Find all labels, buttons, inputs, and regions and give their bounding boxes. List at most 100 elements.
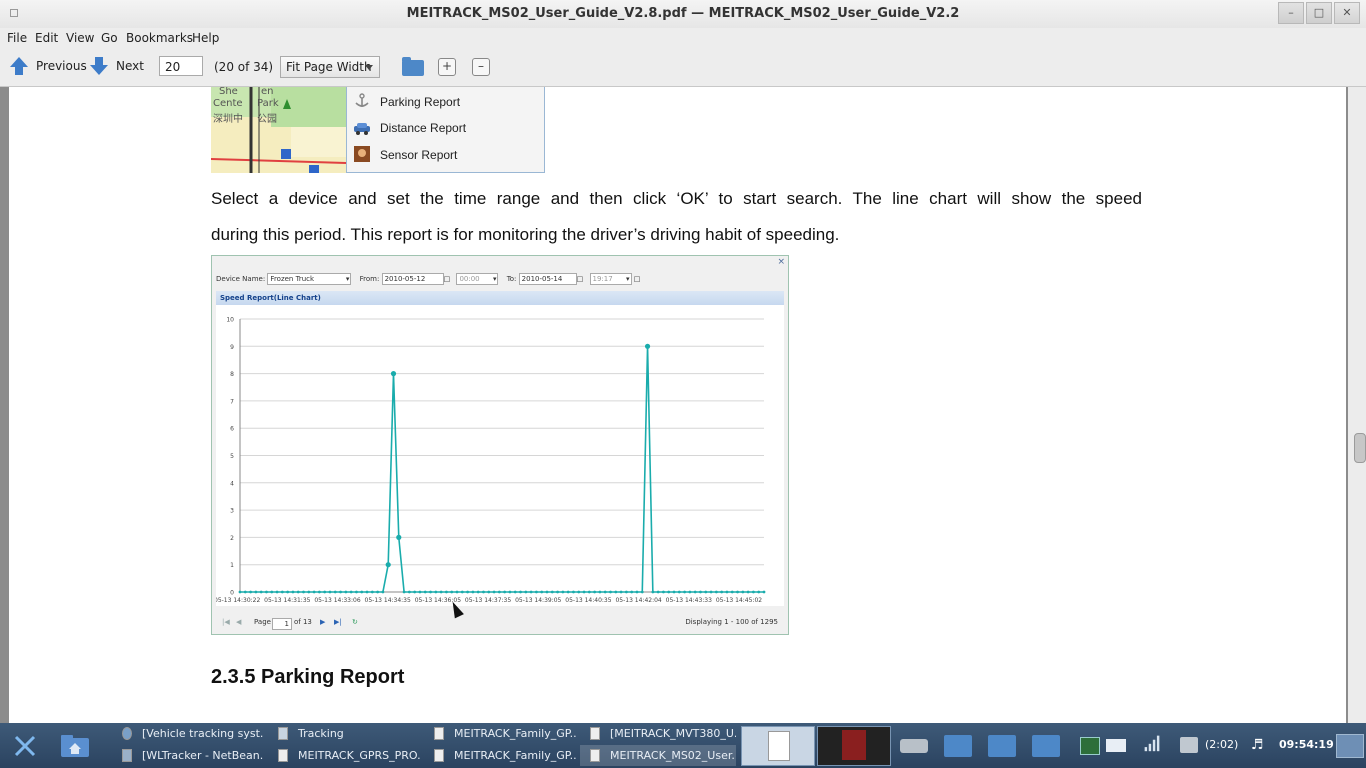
next-page-icon: ▶ [320,618,326,626]
chart-panel-header: Speed Report(Line Chart) [216,291,784,305]
first-page-icon: |◀ [222,618,230,626]
minimize-button[interactable]: – [1278,2,1304,24]
book-cover-icon [842,730,866,760]
data-point [275,590,279,594]
data-point [566,590,570,594]
data-point [270,590,274,594]
data-point [302,590,305,594]
data-point [540,590,544,594]
task-meitrack-ms02[interactable]: MEITRACK_MS02_User... [580,745,736,766]
data-point [333,590,337,594]
open-folder-icon[interactable] [402,57,424,76]
parking-report-item: Parking Report [380,95,461,109]
data-point [434,590,438,594]
data-point [561,590,565,594]
folder-icon[interactable] [944,735,972,757]
car-icon [354,123,370,135]
data-point [471,590,475,594]
speed-report-filter-row: Device Name: Frozen Truck ▾ From: 2010-05… [216,273,641,285]
document-icon [434,749,444,762]
folder-icon[interactable] [988,735,1016,757]
workspace-thumbnail-1[interactable] [741,726,815,766]
home-folder-icon[interactable] [60,734,90,758]
zoom-in-button[interactable]: + [438,58,456,76]
task-tracking[interactable]: Tracking [268,723,420,744]
data-point [572,590,575,594]
data-point [598,590,602,594]
data-point [736,590,739,594]
network-icon[interactable] [1080,737,1100,755]
data-point [630,590,634,594]
next-button[interactable]: Next [90,57,144,75]
scrollbar-thumb[interactable] [1354,433,1366,463]
close-button[interactable]: ✕ [1334,2,1360,24]
data-point [624,590,628,594]
menu-file[interactable]: File [7,31,27,45]
x-tick-label: 05-13 14:43:33 [666,597,712,604]
data-point [730,590,734,594]
peak-point [390,371,397,377]
vertical-scrollbar[interactable] [1348,87,1366,723]
menu-bookmarks[interactable]: Bookmarks [126,31,193,45]
data-point [519,590,522,594]
report-menu-image: Parking Report Distance Report Sensor Re… [346,87,545,173]
task-meitrack-family-1[interactable]: MEITRACK_Family_GP... [424,723,576,744]
map-label-cn1: 深圳中 [213,114,243,125]
data-point [482,590,485,594]
task-wltracker-netbeans[interactable]: [WLTracker - NetBean... [112,745,264,766]
zoom-out-button[interactable]: – [472,58,490,76]
x-tick-label: 05-13 14:39:05 [515,597,561,604]
data-point [423,590,427,594]
task-meitrack-mvt380[interactable]: [MEITRACK_MVT380_U... [580,723,736,744]
device-input: Frozen Truck ▾ [267,273,352,285]
peak-point [644,343,651,349]
show-desktop-icon[interactable] [1336,734,1364,758]
drive-icon[interactable] [900,739,928,753]
page-count: (20 of 34) [214,60,274,74]
data-point [349,590,353,594]
task-meitrack-family-2[interactable]: MEITRACK_Family_GP... [424,745,576,766]
device-label: Device Name: [216,275,266,283]
y-tick-label: 3 [230,508,234,515]
zoom-select[interactable]: Fit Page Width [280,56,380,78]
data-point [249,590,252,594]
folder-icon[interactable] [1032,735,1060,757]
map-label-park: Park [257,98,279,109]
menu-view[interactable]: View [66,31,94,45]
data-point [524,590,528,594]
data-point [317,590,321,594]
data-point [508,590,512,594]
y-tick-label: 7 [230,398,234,405]
page-number-input[interactable]: 20 [159,56,203,76]
data-point [614,590,618,594]
menu-go[interactable]: Go [101,31,118,45]
previous-label: Previous [36,59,87,73]
data-point [413,590,417,594]
menu-edit[interactable]: Edit [35,31,58,45]
data-point [429,590,432,594]
menu-help[interactable]: Help [192,31,219,45]
maximize-button[interactable]: □ [1306,2,1332,24]
to-label: To: [506,275,517,283]
map-label-center: Cente [213,98,243,109]
battery-icon[interactable] [1180,737,1198,753]
data-point [709,590,713,594]
paragraph-line-1: Select a device and set the time range a… [211,189,1142,208]
workspace-thumbnail-2[interactable] [817,726,891,766]
y-tick-label: 10 [226,317,234,324]
mail-icon[interactable] [1106,739,1126,752]
next-label: Next [116,59,144,73]
data-point [265,590,268,594]
y-tick-label: 5 [230,453,234,460]
volume-icon[interactable]: ♬ [1251,737,1267,753]
signal-icon[interactable] [1141,734,1163,752]
data-point [556,590,559,594]
task-vehicle-tracking[interactable]: [Vehicle tracking syst... [112,723,264,744]
data-point [603,590,607,594]
start-menu-icon[interactable] [10,731,40,761]
data-point [635,590,639,594]
task-meitrack-gprs[interactable]: MEITRACK_GPRS_PRO... [268,745,420,766]
data-point [587,590,591,594]
window-icon [278,727,288,740]
previous-button[interactable]: Previous [10,57,87,75]
